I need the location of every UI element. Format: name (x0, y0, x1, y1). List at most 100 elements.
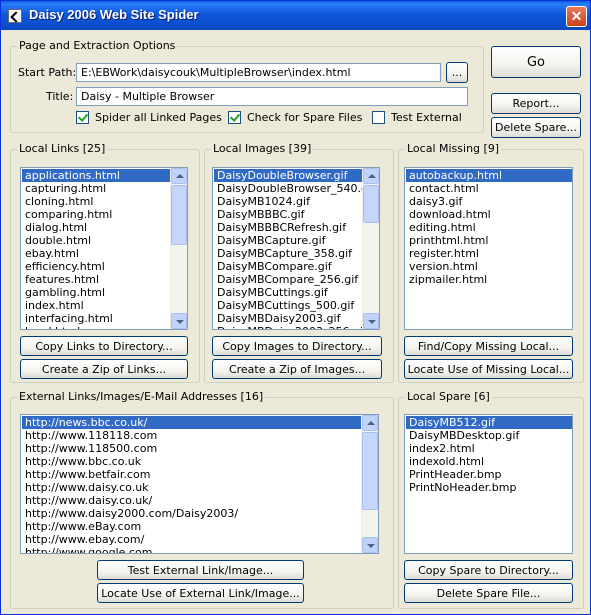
list-item[interactable]: DaisyMB512.gif (406, 416, 572, 429)
list-item[interactable]: editing.html (406, 221, 572, 234)
zip-links-button[interactable]: Create a Zip of Links... (20, 359, 188, 379)
scroll-down-icon[interactable] (362, 537, 378, 553)
list-item[interactable]: PrintNoHeader.bmp (406, 481, 572, 494)
local-spare-label: Local Spare [6] (405, 390, 492, 403)
spare-files-checkbox-box[interactable] (228, 111, 241, 124)
list-item[interactable]: DaisyMBDaisy2003.gif (214, 312, 363, 325)
list-item[interactable]: DaisyMBDaisy2003_256.gif (214, 325, 367, 329)
local-images-list[interactable]: DaisyDoubleBrowser.gif DaisyDoubleBrowser… (212, 167, 380, 330)
scroll-down-icon[interactable] (171, 313, 187, 329)
list-item[interactable]: index2.html (406, 442, 572, 455)
list-item[interactable]: DaisyDoubleBrowser.gif (214, 169, 363, 182)
list-item[interactable]: http://news.bbc.co.uk/ (22, 416, 362, 429)
browse-button[interactable]: ... (446, 62, 468, 83)
local-spare-list[interactable]: DaisyMB512.gif DaisyMBDesktop.gif index2.h… (404, 414, 573, 554)
list-item[interactable]: register.html (406, 247, 572, 260)
spider-checkbox-label: Spider all Linked Pages (95, 111, 222, 124)
list-item[interactable]: legal.html (22, 325, 171, 329)
list-item[interactable]: ebay.html (22, 247, 171, 260)
scroll-up-icon[interactable] (362, 415, 378, 431)
scroll-up-icon[interactable] (171, 168, 187, 184)
start-path-input[interactable]: E:\EBWork\daisycouk\MultipleBrowser\inde… (76, 63, 441, 82)
test-external-checkbox-box[interactable] (372, 111, 385, 124)
external-list[interactable]: http://news.bbc.co.uk/http://www.118118.… (20, 414, 379, 554)
local-links-scrollbar[interactable] (170, 168, 187, 329)
external-scrollbar[interactable] (361, 415, 378, 553)
list-item[interactable]: index.html (22, 299, 171, 312)
list-item[interactable]: double.html (22, 234, 171, 247)
list-item[interactable]: capturing.html (22, 182, 171, 195)
list-item[interactable]: DaisyMBBBC.gif (214, 208, 363, 221)
list-item[interactable]: http://www.daisy2000.com/Daisy2003/ (22, 507, 362, 520)
list-item[interactable]: http://www.betfair.com (22, 468, 362, 481)
list-item[interactable]: download.html (406, 208, 572, 221)
list-item[interactable]: DaisyMBBBCRefresh.gif (214, 221, 363, 234)
list-item[interactable]: DaisyDoubleBrowser_540.gif (214, 182, 375, 195)
spider-checkbox-box[interactable] (76, 111, 89, 124)
list-item[interactable]: features.html (22, 273, 171, 286)
local-images-scrollbar[interactable] (362, 168, 379, 329)
list-item[interactable]: indexold.html (406, 455, 572, 468)
list-item[interactable]: DaisyMBCompare.gif (214, 260, 363, 273)
scroll-down-icon[interactable] (363, 313, 379, 329)
list-item[interactable]: DaisyMBCompare_256.gif (214, 273, 363, 286)
start-path-label: Start Path: (18, 66, 77, 79)
list-item[interactable]: http://www.bbc.co.uk (22, 455, 362, 468)
list-item[interactable]: printhtml.html (406, 234, 572, 247)
list-item[interactable]: comparing.html (22, 208, 171, 221)
scroll-thumb[interactable] (362, 432, 378, 510)
spare-files-checkbox[interactable]: Check for Spare Files (228, 111, 362, 124)
list-item[interactable]: gambling.html (22, 286, 171, 299)
list-item[interactable]: http://www.eBay.com (22, 520, 362, 533)
title-input[interactable]: Daisy - Multiple Browser (76, 87, 468, 106)
spider-checkbox[interactable]: Spider all Linked Pages (76, 111, 222, 124)
spider-window: Daisy 2006 Web Site Spider ✕ Page and Ex… (0, 0, 591, 615)
list-item[interactable]: http://www.ebay.com/ (22, 533, 362, 546)
scroll-thumb[interactable] (171, 185, 187, 245)
list-item[interactable]: version.html (406, 260, 572, 273)
list-item[interactable]: http://www.daisy.co.uk/ (22, 494, 362, 507)
list-item[interactable]: applications.html (22, 169, 171, 182)
find-missing-button[interactable]: Find/Copy Missing Local... (404, 336, 573, 356)
list-item[interactable]: zipmailer.html (406, 273, 572, 286)
go-button[interactable]: Go (491, 46, 581, 78)
spare-files-checkbox-label: Check for Spare Files (247, 111, 363, 124)
list-item[interactable]: http://www.daisy.co.uk (22, 481, 362, 494)
list-item[interactable]: DaisyMBDesktop.gif (406, 429, 572, 442)
app-icon (8, 9, 22, 23)
delete-spare-button[interactable]: Delete Spare... (491, 117, 581, 138)
list-item[interactable]: dialog.html (22, 221, 171, 234)
scroll-up-icon[interactable] (363, 168, 379, 184)
report-button[interactable]: Report... (491, 93, 581, 114)
copy-spare-button[interactable]: Copy Spare to Directory... (404, 560, 573, 580)
list-item[interactable]: http://www.118118.com (22, 429, 362, 442)
list-item[interactable]: daisy3.gif (406, 195, 572, 208)
local-missing-list[interactable]: autobackup.html contact.html daisy3.gif dow… (404, 167, 573, 330)
list-item[interactable]: cloning.html (22, 195, 171, 208)
list-item[interactable]: interfacing.html (22, 312, 171, 325)
list-item[interactable]: http://www.118500.com (22, 442, 362, 455)
list-item[interactable]: DaisyMBCapture_358.gif (214, 247, 363, 260)
local-links-list[interactable]: applications.html capturing.html cloning.h… (20, 167, 188, 330)
list-item[interactable]: DaisyMB1024.gif (214, 195, 363, 208)
list-item[interactable]: DaisyMBCuttings.gif (214, 286, 363, 299)
list-item[interactable]: DaisyMBCapture.gif (214, 234, 363, 247)
close-button[interactable]: ✕ (566, 6, 587, 27)
list-item[interactable]: autobackup.html (406, 169, 572, 182)
list-item[interactable]: efficiency.html (22, 260, 171, 273)
title-bar[interactable]: Daisy 2006 Web Site Spider ✕ (1, 1, 590, 30)
test-external-button[interactable]: Test External Link/Image... (97, 560, 304, 580)
locate-external-button[interactable]: Locate Use of External Link/Image... (97, 583, 304, 603)
copy-links-button[interactable]: Copy Links to Directory... (20, 336, 188, 356)
local-images-label: Local Images [39] (211, 142, 314, 155)
list-item[interactable]: http://www.google.com (22, 546, 362, 553)
list-item[interactable]: contact.html (406, 182, 572, 195)
list-item[interactable]: DaisyMBCuttings_500.gif (214, 299, 363, 312)
list-item[interactable]: PrintHeader.bmp (406, 468, 572, 481)
copy-images-button[interactable]: Copy Images to Directory... (212, 336, 382, 356)
delete-spare-file-button[interactable]: Delete Spare File... (404, 583, 573, 603)
scroll-thumb[interactable] (363, 185, 379, 223)
zip-images-button[interactable]: Create a Zip of Images... (212, 359, 382, 379)
locate-missing-button[interactable]: Locate Use of Missing Local... (404, 359, 573, 379)
test-external-checkbox[interactable]: Test External (372, 111, 462, 124)
